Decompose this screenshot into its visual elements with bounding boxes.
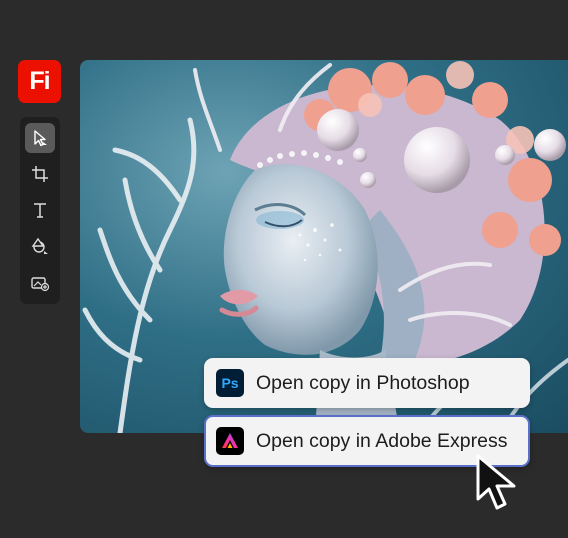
app-logo[interactable]: Fi [18, 60, 61, 103]
app-logo-text: Fi [29, 67, 50, 95]
tool-panel [20, 117, 60, 304]
mouse-pointer-icon [476, 454, 516, 510]
select-arrow-icon [34, 130, 47, 147]
photoshop-icon: Ps [216, 369, 244, 397]
crop-icon [32, 166, 48, 182]
add-image-tool-button[interactable] [25, 267, 55, 297]
text-tool-button[interactable] [25, 195, 55, 225]
open-in-photoshop-menu-item[interactable]: Ps Open copy in Photoshop [204, 358, 530, 408]
shapes-tool-button[interactable] [25, 231, 55, 261]
crop-tool-button[interactable] [25, 159, 55, 189]
open-in-photoshop-label: Open copy in Photoshop [256, 371, 470, 394]
text-icon [34, 203, 46, 218]
select-tool-button[interactable] [25, 123, 55, 153]
shapes-icon [31, 237, 48, 254]
add-image-icon [31, 277, 50, 292]
adobe-express-icon [216, 427, 244, 455]
open-in-adobe-express-label: Open copy in Adobe Express [256, 429, 508, 452]
